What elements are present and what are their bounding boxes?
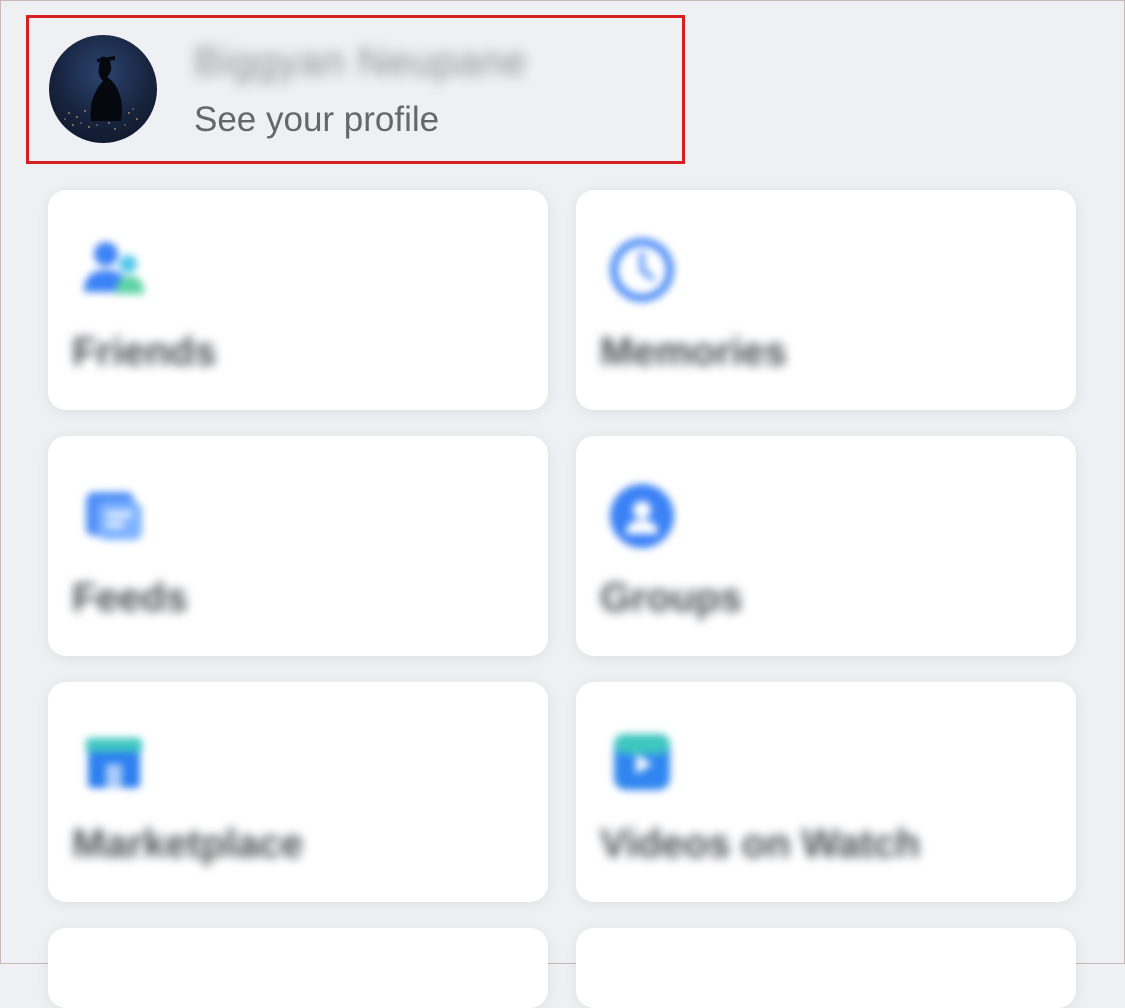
shortcut-label: Marketplace [72, 822, 304, 866]
videos-on-watch-icon [614, 734, 670, 790]
shortcut-label: Friends [72, 330, 217, 374]
profile-name: Biggyan Neupane [194, 40, 528, 84]
shortcut-memories[interactable]: Memories [576, 190, 1076, 410]
shortcut-groups[interactable]: Groups [576, 436, 1076, 656]
see-your-profile-link[interactable]: See your profile [194, 100, 439, 140]
shortcut-label: Videos on Watch [600, 822, 921, 866]
shortcut-videos-on-watch[interactable]: Videos on Watch [576, 682, 1076, 902]
shortcut-tile-partial[interactable] [576, 928, 1076, 1008]
shortcut-feeds[interactable]: Feeds [48, 436, 548, 656]
friends-icon [84, 242, 144, 294]
feeds-icon [86, 492, 142, 540]
avatar[interactable] [49, 35, 157, 143]
marketplace-icon [86, 738, 142, 788]
shortcut-tile-partial[interactable] [48, 928, 548, 1008]
shortcut-label: Groups [600, 576, 743, 620]
profile-header-highlight[interactable]: Biggyan Neupane See your profile [26, 15, 685, 164]
shortcut-label: Feeds [72, 576, 188, 620]
groups-icon [610, 484, 674, 548]
shortcut-friends[interactable]: Friends [48, 190, 548, 410]
shortcut-label: Memories [600, 330, 787, 374]
shortcut-marketplace[interactable]: Marketplace [48, 682, 548, 902]
memories-icon [610, 238, 674, 302]
